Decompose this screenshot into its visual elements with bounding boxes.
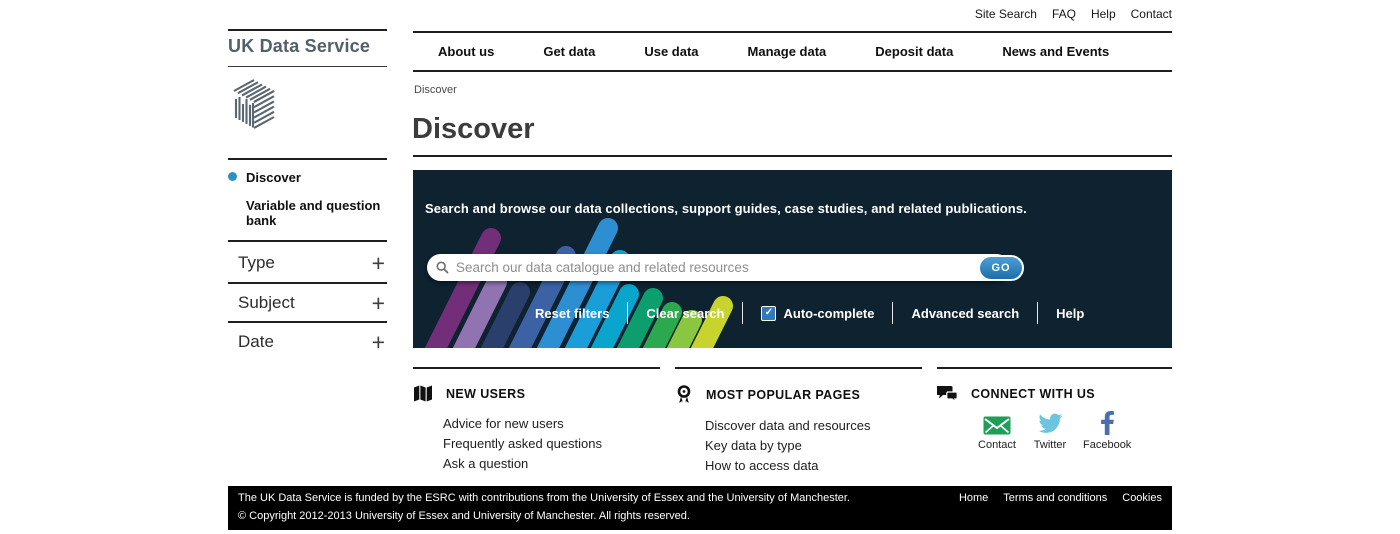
filter-label: Type: [228, 253, 275, 273]
go-button[interactable]: GO: [978, 255, 1024, 281]
utility-nav: Site Search FAQ Help Contact: [975, 7, 1172, 21]
sidebar-divider: [228, 321, 387, 323]
facebook-icon: [1100, 411, 1114, 435]
auto-complete-checkbox[interactable]: ✓: [761, 306, 776, 321]
uk-data-service-logo-icon: [228, 75, 280, 138]
main-nav: About us Get data Use data Manage data D…: [413, 44, 1172, 59]
expand-plus-icon[interactable]: +: [372, 293, 387, 313]
nav-bottom-rule: [413, 70, 1172, 72]
filter-label: Date: [228, 332, 274, 352]
footer-funding-text: The UK Data Service is funded by the ESR…: [238, 492, 850, 504]
advanced-search-link[interactable]: Advanced search: [911, 306, 1019, 321]
most-popular-column: MOST POPULAR PAGES Discover data and res…: [675, 367, 922, 476]
divider: [627, 302, 628, 324]
expand-plus-icon[interactable]: +: [372, 332, 387, 352]
footer: The UK Data Service is funded by the ESR…: [228, 486, 1172, 530]
divider: [892, 302, 893, 324]
auto-complete-label: Auto-complete: [783, 306, 874, 321]
nav-top-rule: [413, 31, 1172, 33]
filter-label: Subject: [228, 293, 295, 313]
active-bullet-icon: [228, 172, 237, 181]
social-label: Facebook: [1083, 439, 1131, 451]
breadcrumb: Discover: [414, 84, 457, 96]
map-icon: [413, 385, 433, 402]
nav-manage-data[interactable]: Manage data: [748, 44, 827, 59]
footer-link-cookies[interactable]: Cookies: [1122, 492, 1162, 504]
divider: [742, 302, 743, 324]
link-frequently-asked-questions[interactable]: Frequently asked questions: [443, 434, 660, 454]
social-label: Twitter: [1034, 439, 1066, 451]
chat-icon: [937, 385, 958, 402]
nav-get-data[interactable]: Get data: [543, 44, 595, 59]
filter-type[interactable]: Type +: [228, 249, 387, 277]
nav-deposit-data[interactable]: Deposit data: [875, 44, 953, 59]
link-key-data-by-type[interactable]: Key data by type: [705, 436, 922, 456]
link-ask-a-question[interactable]: Ask a question: [443, 454, 660, 474]
award-icon: [675, 385, 693, 404]
help-link[interactable]: Help: [1056, 306, 1084, 321]
expand-plus-icon[interactable]: +: [372, 253, 387, 273]
search-icon: [436, 261, 449, 274]
column-heading: MOST POPULAR PAGES: [706, 388, 860, 402]
page: Site Search FAQ Help Contact UK Data Ser…: [0, 0, 1400, 534]
twitter-icon: [1037, 411, 1063, 435]
new-users-column: NEW USERS Advice for new users Frequentl…: [413, 367, 660, 474]
social-label: Contact: [978, 439, 1016, 451]
utility-link-site-search[interactable]: Site Search: [975, 7, 1037, 21]
footer-links: Home Terms and conditions Cookies: [959, 492, 1162, 504]
search-row: GO: [427, 254, 1027, 282]
nav-use-data[interactable]: Use data: [644, 44, 698, 59]
nav-about-us[interactable]: About us: [438, 44, 494, 59]
sidebar-divider: [228, 240, 387, 242]
social-facebook[interactable]: Facebook: [1083, 411, 1131, 451]
sidebar-top-rule: [228, 158, 387, 160]
divider: [1037, 302, 1038, 324]
connect-column: CONNECT WITH US Contact: [937, 367, 1172, 451]
reset-filters-link[interactable]: Reset filters: [535, 306, 609, 321]
sidebar-item-variable-question-bank[interactable]: Variable and question bank: [246, 198, 388, 228]
filter-date[interactable]: Date +: [228, 328, 387, 356]
email-icon: [983, 411, 1011, 435]
sidebar-divider: [228, 282, 387, 284]
social-contact[interactable]: Contact: [977, 411, 1017, 451]
nav-news-and-events[interactable]: News and Events: [1002, 44, 1109, 59]
link-how-to-access-data[interactable]: How to access data: [705, 456, 922, 476]
utility-link-help[interactable]: Help: [1091, 7, 1116, 21]
social-twitter[interactable]: Twitter: [1030, 411, 1070, 451]
footer-link-terms[interactable]: Terms and conditions: [1003, 492, 1107, 504]
footer-link-home[interactable]: Home: [959, 492, 988, 504]
title-rule: [413, 155, 1172, 157]
page-title: Discover: [412, 113, 535, 146]
search-panel: Search and browse our data collections, …: [413, 170, 1172, 348]
link-advice-for-new-users[interactable]: Advice for new users: [443, 414, 660, 434]
filter-subject[interactable]: Subject +: [228, 289, 387, 317]
search-panel-intro: Search and browse our data collections, …: [425, 201, 1027, 216]
brand-bottom-rule: [228, 66, 387, 67]
link-discover-data-and-resources[interactable]: Discover data and resources: [705, 416, 922, 436]
utility-link-faq[interactable]: FAQ: [1052, 7, 1076, 21]
search-input[interactable]: [454, 259, 1010, 276]
search-pill: [427, 254, 1010, 281]
footer-copyright-text: © Copyright 2012-2013 University of Esse…: [238, 510, 690, 522]
brand-name[interactable]: UK Data Service: [228, 36, 370, 57]
column-heading: CONNECT WITH US: [971, 387, 1095, 401]
sidebar-item-label: Discover: [246, 170, 301, 185]
column-heading: NEW USERS: [446, 387, 525, 401]
search-panel-links: Reset filters Clear search ✓ Auto-comple…: [535, 302, 1084, 324]
sidebar-item-discover[interactable]: Discover: [228, 170, 301, 185]
brand-top-rule: [228, 29, 387, 31]
clear-search-link[interactable]: Clear search: [646, 306, 724, 321]
utility-link-contact[interactable]: Contact: [1131, 7, 1172, 21]
